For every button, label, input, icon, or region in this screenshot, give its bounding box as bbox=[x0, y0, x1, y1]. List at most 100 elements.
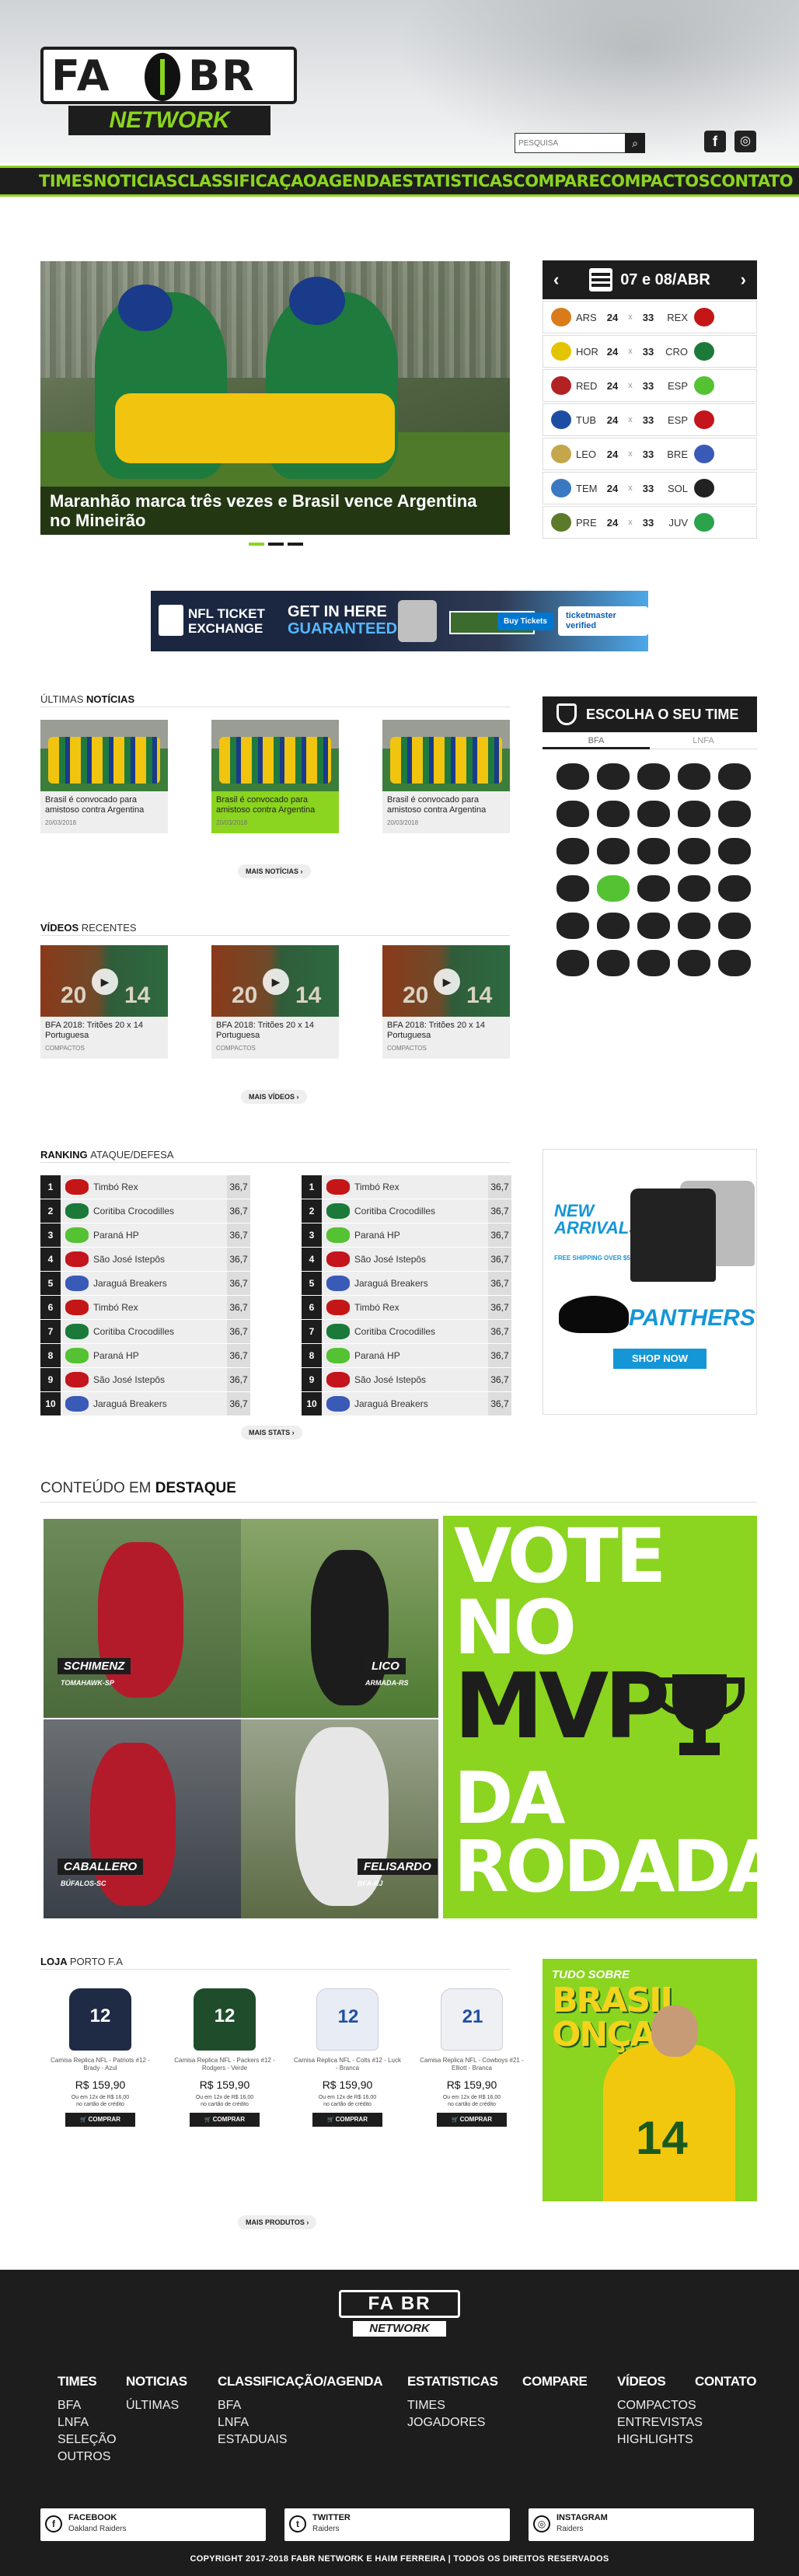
team-logo-icon[interactable] bbox=[557, 763, 589, 790]
footer-link[interactable]: ENTREVISTAS bbox=[617, 2414, 703, 2431]
ranking-row[interactable]: 8 Paraná HP 36,7 bbox=[40, 1344, 250, 1367]
nav-item-contato[interactable]: CONTATO bbox=[710, 172, 793, 190]
buy-button[interactable]: 🛒 COMPRAR bbox=[312, 2113, 382, 2127]
ranking-row[interactable]: 7 Coritiba Crocodilles 36,7 bbox=[40, 1320, 250, 1343]
ranking-row[interactable]: 10 Jaraguá Breakers 36,7 bbox=[40, 1392, 250, 1415]
team-logo-icon[interactable] bbox=[718, 763, 751, 790]
buy-tickets-button[interactable]: Buy Tickets bbox=[497, 613, 553, 630]
team-logo-icon[interactable] bbox=[637, 838, 670, 864]
instagram-icon[interactable]: ◎ bbox=[734, 131, 756, 152]
team-logo-icon[interactable] bbox=[718, 801, 751, 827]
footer-column-title[interactable]: VÍDEOS bbox=[617, 2374, 703, 2389]
nav-item-compactos[interactable]: COMPACTOS bbox=[599, 172, 710, 190]
play-icon[interactable]: ▶ bbox=[92, 969, 118, 995]
more-videos-button[interactable]: MAIS VÍDEOS › bbox=[241, 1090, 307, 1104]
game-row[interactable]: LEO 24 x 33 BRE bbox=[543, 438, 757, 470]
buy-button[interactable]: 🛒 COMPRAR bbox=[437, 2113, 507, 2127]
team-logo-icon[interactable] bbox=[637, 875, 670, 902]
team-logo-icon[interactable] bbox=[678, 763, 710, 790]
footer-column-title[interactable]: CONTATO bbox=[695, 2374, 756, 2389]
nav-item-classificacao[interactable]: CLASSIFICAÇAO bbox=[177, 172, 317, 190]
ranking-row[interactable]: 7 Coritiba Crocodilles 36,7 bbox=[302, 1320, 511, 1343]
ranking-row[interactable]: 6 Timbó Rex 36,7 bbox=[302, 1296, 511, 1319]
team-logo-icon[interactable] bbox=[597, 763, 630, 790]
player-card[interactable]: FELISARDO BFA-RJ bbox=[241, 1719, 438, 1918]
footer-link[interactable]: BFA bbox=[218, 2397, 382, 2414]
site-logo[interactable]: FA BR NETWORK bbox=[40, 47, 297, 136]
ranking-row[interactable]: 1 Timbó Rex 36,7 bbox=[302, 1175, 511, 1199]
ranking-row[interactable]: 2 Coritiba Crocodilles 36,7 bbox=[40, 1199, 250, 1223]
hero-slider[interactable]: Maranhão marca três vezes e Brasil vence… bbox=[40, 261, 510, 535]
team-logo-icon[interactable] bbox=[597, 838, 630, 864]
team-logo-icon[interactable] bbox=[557, 801, 589, 827]
footer-column-title[interactable]: ESTATISTICAS bbox=[407, 2374, 498, 2389]
player-card[interactable]: CABALLERO BÚFALOS-SC bbox=[44, 1719, 241, 1918]
footer-social-twitter[interactable]: t TWITTER Raiders bbox=[284, 2508, 510, 2541]
chevron-right-icon[interactable]: › bbox=[741, 270, 746, 290]
ranking-row[interactable]: 3 Paraná HP 36,7 bbox=[302, 1223, 511, 1247]
ranking-row[interactable]: 4 São José Istepôs 36,7 bbox=[302, 1248, 511, 1271]
nav-item-compare[interactable]: COMPARE bbox=[513, 172, 599, 190]
play-icon[interactable]: ▶ bbox=[263, 969, 289, 995]
more-news-button[interactable]: MAIS NOTÍCIAS › bbox=[238, 864, 311, 878]
footer-link[interactable]: LNFA bbox=[218, 2414, 382, 2431]
team-logo-icon[interactable] bbox=[557, 913, 589, 939]
game-row[interactable]: TEM 24 x 33 SOL bbox=[543, 472, 757, 504]
product-card[interactable]: 12 Camisa Replica NFL - Packers #12 - Rod… bbox=[169, 1988, 280, 2127]
ranking-row[interactable]: 3 Paraná HP 36,7 bbox=[40, 1223, 250, 1247]
team-logo-icon[interactable] bbox=[597, 801, 630, 827]
shop-now-button[interactable]: SHOP NOW bbox=[613, 1349, 707, 1369]
chevron-left-icon[interactable]: ‹ bbox=[553, 270, 559, 290]
buy-button[interactable]: 🛒 COMPRAR bbox=[190, 2113, 260, 2127]
player-card[interactable]: SCHIMENZ TOMAHAWK-SP bbox=[44, 1519, 241, 1718]
ranking-row[interactable]: 9 São José Istepôs 36,7 bbox=[40, 1368, 250, 1391]
footer-link[interactable]: OUTROS bbox=[58, 2449, 117, 2466]
footer-link[interactable]: ÚLTIMAS bbox=[126, 2397, 187, 2414]
nav-item-agenda[interactable]: AGENDA bbox=[316, 172, 392, 190]
team-logo-icon[interactable] bbox=[637, 950, 670, 976]
footer-logo[interactable]: FA BR NETWORK bbox=[339, 2290, 460, 2341]
team-logo-icon[interactable] bbox=[718, 913, 751, 939]
game-row[interactable]: RED 24 x 33 ESP bbox=[543, 369, 757, 402]
footer-link[interactable]: SELEÇÃO bbox=[58, 2431, 117, 2449]
slider-caption[interactable]: Maranhão marca três vezes e Brasil vence… bbox=[40, 487, 510, 535]
ranking-row[interactable]: 8 Paraná HP 36,7 bbox=[302, 1344, 511, 1367]
ad-brasil-oncas[interactable]: TUDO SOBRE BRASIL ONÇAS 14 bbox=[543, 1959, 757, 2201]
game-row[interactable]: TUB 24 x 33 ESP bbox=[543, 403, 757, 436]
footer-link[interactable]: ESTADUAIS bbox=[218, 2431, 382, 2449]
team-logo-icon[interactable] bbox=[718, 838, 751, 864]
footer-link[interactable]: COMPACTOS bbox=[617, 2397, 703, 2414]
team-logo-icon[interactable] bbox=[597, 950, 630, 976]
team-logo-icon[interactable] bbox=[678, 801, 710, 827]
more-products-button[interactable]: MAIS PRODUTOS › bbox=[238, 2215, 317, 2229]
product-card[interactable]: 21 Camisa Replica NFL - Cowboys #21 - Ell… bbox=[417, 1988, 527, 2127]
tab-bfa[interactable]: BFA bbox=[543, 732, 650, 749]
product-card[interactable]: 12 Camisa Replica NFL - Colts #12 - Luck … bbox=[292, 1988, 403, 2127]
facebook-icon[interactable]: f bbox=[704, 131, 726, 152]
player-card[interactable]: LICO ARMADA-RS bbox=[241, 1519, 438, 1718]
team-logo-icon[interactable] bbox=[597, 913, 630, 939]
ranking-row[interactable]: 10 Jaraguá Breakers 36,7 bbox=[302, 1392, 511, 1415]
search-icon[interactable]: ⌕ bbox=[625, 133, 645, 153]
team-logo-icon[interactable] bbox=[718, 875, 751, 902]
footer-column-title[interactable]: COMPARE bbox=[522, 2374, 588, 2389]
team-logo-icon[interactable] bbox=[637, 913, 670, 939]
ranking-row[interactable]: 5 Jaraguá Breakers 36,7 bbox=[40, 1272, 250, 1295]
game-row[interactable]: PRE 24 x 33 JUV bbox=[543, 506, 757, 539]
ranking-row[interactable]: 6 Timbó Rex 36,7 bbox=[40, 1296, 250, 1319]
footer-column-title[interactable]: TIMES bbox=[58, 2374, 117, 2389]
video-card[interactable]: 20 14 ▶ BFA 2018: Tritões 20 x 14 Portugues… bbox=[211, 945, 339, 1077]
footer-column-title[interactable]: CLASSIFICAÇÃO/AGENDA bbox=[218, 2374, 382, 2389]
play-icon[interactable]: ▶ bbox=[434, 969, 460, 995]
team-logo-icon[interactable] bbox=[597, 875, 630, 902]
footer-link[interactable]: LNFA bbox=[58, 2414, 117, 2431]
product-card[interactable]: 12 Camisa Replica NFL - Patriots #12 - Br… bbox=[45, 1988, 155, 2127]
ad-panthers[interactable]: NEW ARRIVALS FREE SHIPPING OVER $50 PANTH… bbox=[543, 1149, 757, 1415]
footer-link[interactable]: BFA bbox=[58, 2397, 117, 2414]
team-logo-icon[interactable] bbox=[637, 763, 670, 790]
video-card[interactable]: 20 14 ▶ BFA 2018: Tritões 20 x 14 Portugues… bbox=[382, 945, 510, 1077]
game-row[interactable]: ARS 24 x 33 REX bbox=[543, 301, 757, 333]
team-logo-icon[interactable] bbox=[557, 950, 589, 976]
footer-column-title[interactable]: NOTICIAS bbox=[126, 2374, 187, 2389]
video-card[interactable]: 20 14 ▶ BFA 2018: Tritões 20 x 14 Portugues… bbox=[40, 945, 168, 1077]
